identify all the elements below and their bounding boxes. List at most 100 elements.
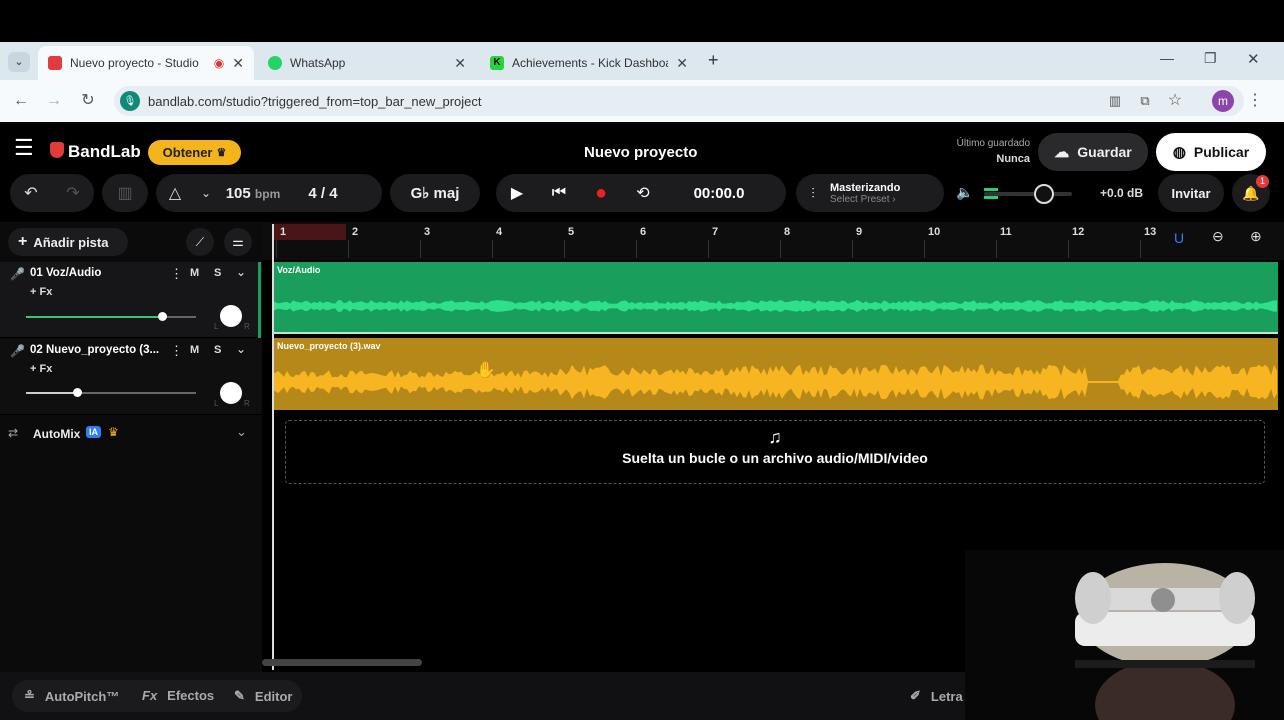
chevron-down-icon[interactable]: ⌄: [236, 342, 246, 356]
close-window-icon[interactable]: ✕: [1247, 50, 1260, 68]
browser-address-bar: ← → ↻ 🎙 bandlab.com/studio?triggered_fro…: [0, 80, 1284, 122]
mastering-button[interactable]: ⫶ Masterizando Select Preset ›: [796, 174, 944, 212]
audio-clip-nuevo-proyecto[interactable]: Nuevo_proyecto (3).wav ✋: [272, 338, 1278, 410]
add-fx-button[interactable]: + Fx: [30, 286, 52, 298]
project-title[interactable]: Nuevo proyecto: [584, 144, 697, 161]
meter-left: [984, 188, 998, 191]
hamburger-menu-icon[interactable]: ☰: [14, 137, 34, 159]
lyrics-button[interactable]: ✐ Letra: [910, 688, 963, 704]
magnet-icon[interactable]: U: [1174, 230, 1184, 246]
volume-fill: [26, 316, 162, 318]
automix-row[interactable]: ⇄ AutoMix IA ♛ ⌄: [0, 420, 262, 448]
sidebar-icon[interactable]: ▥: [1104, 90, 1126, 112]
metronome-icon[interactable]: △: [156, 174, 194, 212]
master-volume-slider[interactable]: [984, 184, 1072, 204]
site-info-icon[interactable]: 🎙: [120, 91, 140, 111]
mute-button[interactable]: M: [190, 267, 199, 279]
get-button[interactable]: Obtener ♛: [148, 140, 241, 165]
loop-icon[interactable]: ⟲: [622, 174, 664, 212]
pan-knob[interactable]: [220, 382, 242, 404]
restore-icon[interactable]: ❐: [1204, 50, 1217, 67]
volume-knob[interactable]: [158, 312, 167, 321]
crown-icon: ♛: [216, 147, 227, 159]
track-options-icon[interactable]: ⋮: [170, 266, 183, 282]
chevron-down-icon[interactable]: ⌄: [194, 174, 218, 212]
keyboard-icon[interactable]: ▥: [102, 174, 148, 212]
track-header-2[interactable]: 🎤 02 Nuevo_proyecto (3... ⋮ M S ⌄ + Fx L…: [0, 339, 262, 415]
tab-studio[interactable]: Nuevo proyecto - Studio ◉ ✕: [38, 46, 254, 80]
timeline-ruler[interactable]: 1 2 3 4 5 6 7 8 9 10 11 12 13 U ⊖ ⊕: [262, 222, 1284, 260]
tempo-group: △ ⌄ 105 bpm 4 / 4: [156, 174, 382, 212]
chevron-down-icon[interactable]: ⌄: [236, 424, 247, 440]
master-volume-knob[interactable]: [1034, 184, 1054, 204]
volume-fill: [26, 392, 77, 394]
close-tab-icon[interactable]: ✕: [676, 55, 688, 72]
track-header-1[interactable]: 🎤 01 Voz/Audio ⋮ M S ⌄ + Fx L R: [0, 262, 262, 338]
globe-icon: ◍: [1172, 144, 1186, 161]
solo-button[interactable]: S: [214, 267, 221, 279]
url-input[interactable]: 🎙 bandlab.com/studio?triggered_from=top_…: [114, 86, 1244, 116]
redo-icon[interactable]: ↷: [52, 174, 94, 212]
minimize-icon[interactable]: —: [1160, 50, 1174, 66]
ruler-tick-line: [348, 240, 349, 258]
speaker-icon[interactable]: 🔈: [956, 184, 973, 201]
editor-button[interactable]: ✎ Editor: [234, 688, 292, 704]
editor-label: Editor: [254, 688, 293, 704]
new-tab-icon[interactable]: +: [708, 50, 719, 71]
autopitch-button[interactable]: ≗ AutoPitch™: [24, 688, 119, 704]
track-options-icon[interactable]: ⋮: [170, 343, 183, 359]
zoom-in-icon[interactable]: ⊕: [1250, 228, 1262, 245]
profile-avatar[interactable]: m: [1212, 90, 1234, 112]
forward-icon[interactable]: →: [43, 90, 65, 112]
back-icon[interactable]: ←: [10, 90, 32, 112]
invite-button[interactable]: Invitar: [1158, 174, 1224, 212]
track-volume-slider[interactable]: [26, 312, 196, 321]
play-icon[interactable]: ▶: [496, 174, 538, 212]
audio-clip-voz[interactable]: Voz/Audio: [272, 262, 1278, 334]
chevron-down-icon[interactable]: ⌄: [236, 265, 246, 279]
close-tab-icon[interactable]: ✕: [454, 55, 466, 72]
solo-button[interactable]: S: [214, 344, 221, 356]
app-header: ☰ BandLab Obtener ♛ Nuevo proyecto Últim…: [0, 122, 1284, 174]
brand-logo[interactable]: BandLab: [68, 142, 141, 162]
tab-kick[interactable]: K Achievements - Kick Dashboard ✕: [480, 46, 698, 80]
horizontal-scrollbar[interactable]: [262, 659, 422, 666]
drop-zone[interactable]: ♫ Suelta un bucle o un archivo audio/MID…: [285, 420, 1265, 484]
browser-menu-icon[interactable]: ⋮: [1244, 90, 1266, 112]
track-name[interactable]: 01 Voz/Audio: [30, 267, 101, 279]
skip-back-icon[interactable]: ⏮: [538, 174, 580, 212]
track-name[interactable]: 02 Nuevo_proyecto (3...: [30, 344, 160, 356]
undo-icon[interactable]: ↶: [10, 174, 52, 212]
cast-icon[interactable]: ⧉: [1134, 90, 1156, 112]
wand-icon[interactable]: ⟋: [186, 228, 214, 256]
playhead[interactable]: [272, 224, 274, 670]
tempo-field[interactable]: 105 bpm: [218, 185, 288, 202]
time-signature[interactable]: 4 / 4: [288, 185, 358, 202]
streamer-camera-image: [965, 550, 1284, 720]
zoom-out-icon[interactable]: ⊖: [1212, 228, 1224, 245]
ruler-tick-line: [492, 240, 493, 258]
reload-icon[interactable]: ↻: [77, 90, 99, 112]
tab-search-button[interactable]: ⌄: [8, 52, 30, 72]
time-display: 00:00.0: [693, 184, 745, 202]
mute-button[interactable]: M: [190, 344, 199, 356]
save-button[interactable]: ☁ Guardar: [1038, 133, 1148, 171]
pan-knob[interactable]: [220, 305, 242, 327]
track-volume-slider[interactable]: [26, 388, 196, 397]
publish-button[interactable]: ◍ Publicar: [1156, 133, 1266, 171]
ruler-tick-label: 5: [568, 226, 575, 238]
mixer-icon[interactable]: ⚌: [224, 228, 252, 256]
effects-button[interactable]: Fx Efectos: [142, 688, 214, 703]
waveform-shape: [272, 300, 1277, 312]
plus-icon: +: [18, 233, 28, 250]
kick-favicon-icon: K: [490, 56, 504, 70]
volume-knob[interactable]: [73, 388, 82, 397]
close-tab-icon[interactable]: ✕: [232, 55, 244, 72]
add-track-button[interactable]: + Añadir pista: [8, 228, 128, 256]
record-icon[interactable]: ●: [580, 174, 622, 212]
add-fx-button[interactable]: + Fx: [30, 363, 52, 375]
key-selector[interactable]: G♭ maj: [390, 174, 480, 212]
ruler-tick-line: [924, 240, 925, 258]
bookmark-star-icon[interactable]: ☆: [1164, 90, 1186, 112]
tab-whatsapp[interactable]: WhatsApp ✕: [258, 46, 476, 80]
